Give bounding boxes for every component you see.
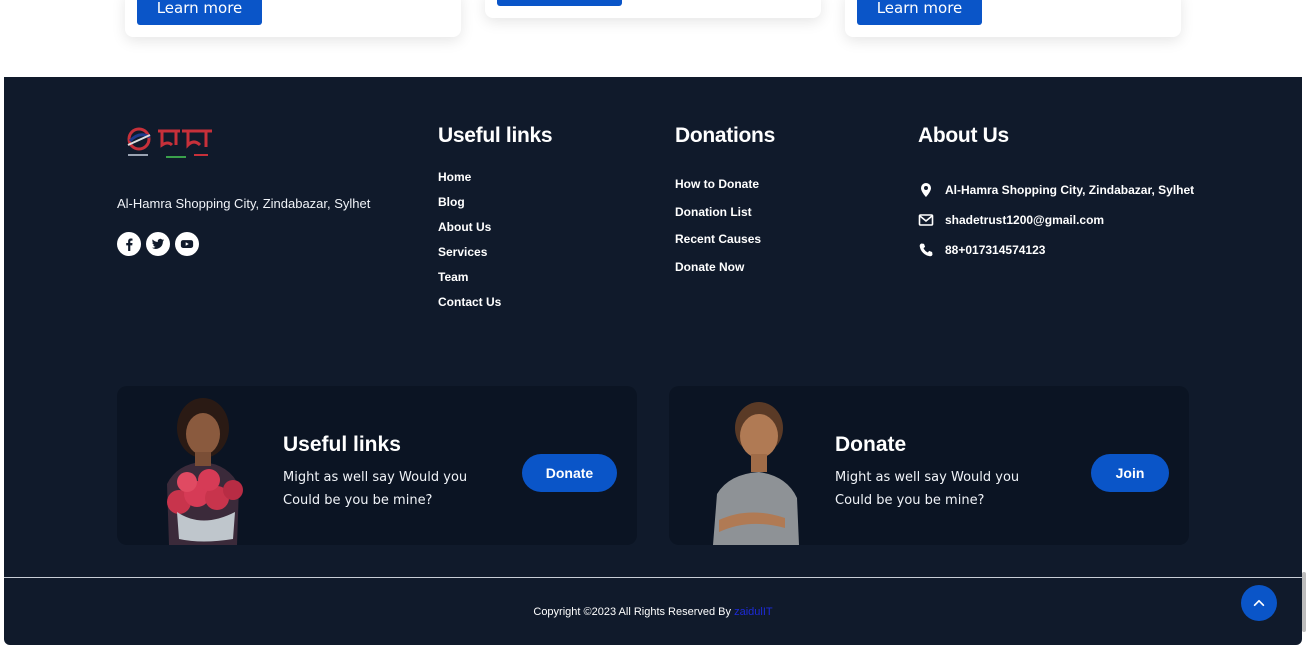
footer-link-about[interactable]: About Us — [438, 220, 501, 245]
chevron-up-icon — [1253, 599, 1265, 607]
facebook-icon[interactable] — [117, 232, 141, 256]
phone-icon — [919, 243, 933, 257]
contact-phone-text[interactable]: 88+017314574123 — [945, 243, 1045, 257]
contact-email: shadetrust1200@gmail.com — [918, 205, 1194, 235]
cause-card: Learn more — [125, 0, 461, 37]
page-scrollbar[interactable] — [1302, 572, 1306, 632]
footer-link-blog[interactable]: Blog — [438, 195, 501, 220]
footer-link-team[interactable]: Team — [438, 270, 501, 295]
contact-address-text: Al-Hamra Shopping City, Zindabazar, Sylh… — [945, 183, 1195, 197]
footer-link-services[interactable]: Services — [438, 245, 501, 270]
contact-email-text[interactable]: shadetrust1200@gmail.com — [945, 213, 1104, 227]
copyright-link[interactable]: zaidulIT — [734, 606, 773, 618]
girl-with-flowers-image — [167, 398, 243, 545]
copyright-text: Copyright ©2023 All Rights Reserved By z… — [4, 606, 1302, 618]
scroll-to-top-button[interactable] — [1241, 585, 1277, 621]
cause-card: Learn more — [845, 0, 1181, 37]
smiling-boy-image — [713, 402, 799, 545]
promo-text: Might as well say Would you Could be you… — [835, 470, 1020, 508]
promo-title: Donate — [835, 433, 907, 456]
map-pin-icon — [921, 183, 931, 197]
promo-title: Useful links — [283, 433, 401, 456]
cause-card — [485, 0, 821, 18]
useful-links-list: Home Blog About Us Services Team Contact… — [438, 170, 501, 320]
footer-link-home[interactable]: Home — [438, 170, 501, 195]
learn-more-button[interactable]: Learn more — [137, 0, 262, 25]
contact-info: Al-Hamra Shopping City, Zindabazar, Sylh… — [918, 175, 1194, 265]
promo-text: Might as well say Would you Could be you… — [283, 470, 468, 508]
copyright-label: Copyright ©2023 All Rights Reserved By — [533, 606, 735, 618]
donations-heading: Donations — [675, 124, 775, 147]
twitter-icon[interactable] — [146, 232, 170, 256]
donations-list: How to Donate Donation List Recent Cause… — [675, 177, 761, 288]
footer-link-contact[interactable]: Contact Us — [438, 295, 501, 320]
footer-divider — [4, 577, 1302, 578]
donate-button[interactable]: Donate — [522, 454, 617, 492]
footer-link-recent-causes[interactable]: Recent Causes — [675, 232, 761, 260]
page: Learn more Learn more Al-Hamra Shopping … — [4, 0, 1302, 645]
youtube-icon[interactable] — [175, 232, 199, 256]
about-heading: About Us — [918, 124, 1009, 147]
footer-link-donate-now[interactable]: Donate Now — [675, 260, 761, 288]
footer-link-how-to-donate[interactable]: How to Donate — [675, 177, 761, 205]
useful-links-heading: Useful links — [438, 124, 553, 147]
promo-card-useful-links: Useful links Might as well say Would you… — [117, 386, 637, 545]
footer-link-donation-list[interactable]: Donation List — [675, 205, 761, 233]
join-button[interactable]: Join — [1091, 454, 1169, 492]
brand-address: Al-Hamra Shopping City, Zindabazar, Sylh… — [117, 196, 371, 211]
promo-card-donate: Donate Might as well say Would you Could… — [669, 386, 1189, 545]
site-footer: Al-Hamra Shopping City, Zindabazar, Sylh… — [4, 77, 1302, 645]
social-links — [117, 232, 199, 256]
contact-address: Al-Hamra Shopping City, Zindabazar, Sylh… — [918, 175, 1194, 205]
contact-phone: 88+017314574123 — [918, 235, 1194, 265]
envelope-icon — [918, 214, 934, 226]
learn-more-button[interactable]: Learn more — [857, 0, 982, 25]
learn-more-button[interactable] — [497, 0, 622, 6]
brand-logo[interactable] — [122, 125, 218, 163]
